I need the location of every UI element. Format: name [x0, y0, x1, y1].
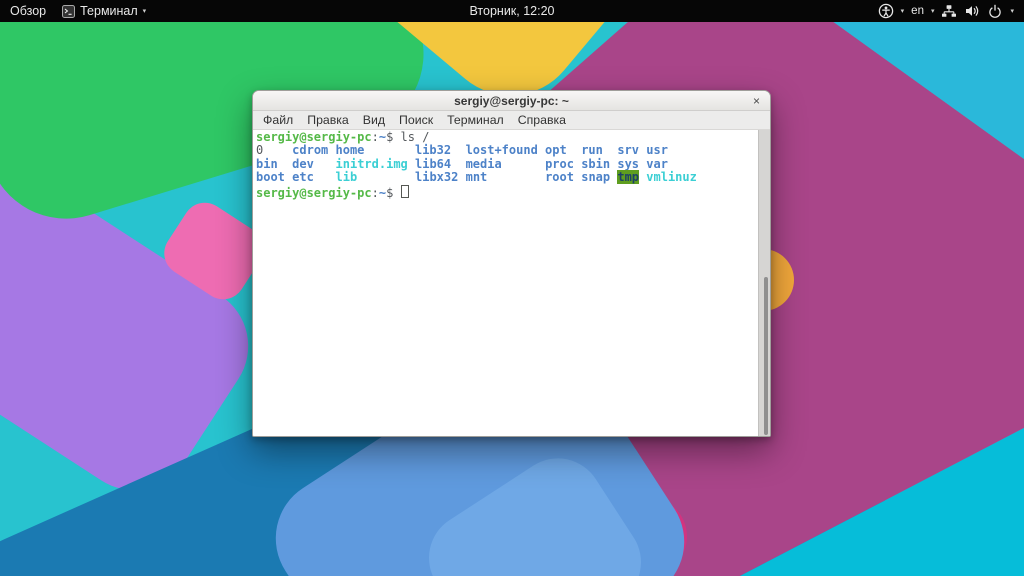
terminal-cursor	[401, 185, 409, 198]
menu-item-search[interactable]: Поиск	[392, 113, 440, 127]
ls-entry: usr	[646, 143, 668, 157]
ls-entry: root	[545, 170, 574, 184]
ls-entry: dev	[292, 157, 314, 171]
window-menubar: Файл Правка Вид Поиск Терминал Справка	[253, 111, 770, 130]
top-bar: Обзор Терминал ▾ Вторник, 12:20 ▾ en ▾	[0, 0, 1024, 22]
accessibility-icon[interactable]	[878, 3, 894, 19]
window-titlebar[interactable]: sergiy@sergiy-pc: ~ ×	[253, 91, 770, 111]
ls-entry: boot	[256, 170, 285, 184]
ls-entry: libx32	[415, 170, 458, 184]
terminal-window: sergiy@sergiy-pc: ~ × Файл Правка Вид По…	[252, 90, 771, 437]
ls-entry: opt	[545, 143, 567, 157]
ls-entry: lib64	[415, 157, 451, 171]
menu-item-view[interactable]: Вид	[356, 113, 392, 127]
top-bar-left: Обзор Терминал ▾	[0, 4, 146, 18]
menu-item-help[interactable]: Справка	[511, 113, 573, 127]
terminal-output-row: boot etc lib libx32 mnt root snap tmp vm…	[256, 171, 756, 184]
menu-item-terminal[interactable]: Терминал	[440, 113, 511, 127]
prompt-separator: :	[372, 130, 379, 144]
ls-entry: bin	[256, 157, 278, 171]
ls-entry: run	[581, 143, 603, 157]
keyboard-layout-indicator[interactable]: en	[911, 5, 924, 17]
chevron-down-icon[interactable]: ▾	[1010, 8, 1014, 15]
ls-entry: etc	[292, 170, 314, 184]
top-bar-status-area: ▾ en ▾ ▾	[878, 3, 1024, 19]
chevron-down-icon[interactable]: ▾	[901, 8, 905, 15]
ls-entry: sbin	[581, 157, 610, 171]
app-menu[interactable]: Терминал ▾	[62, 4, 146, 18]
terminal-scrollbar[interactable]	[758, 130, 770, 436]
chevron-down-icon: ▾	[143, 8, 147, 15]
terminal-prompt-line: sergiy@sergiy-pc:~$	[256, 185, 756, 200]
ls-entry: lib	[336, 170, 358, 184]
menu-item-edit[interactable]: Правка	[300, 113, 356, 127]
ls-entry: home	[336, 143, 365, 157]
prompt-path: ~	[379, 186, 386, 200]
prompt-path: ~	[379, 130, 386, 144]
terminal-command: ls /	[401, 130, 430, 144]
app-menu-label: Терминал	[80, 4, 138, 18]
terminal-content[interactable]: sergiy@sergiy-pc:~$ ls / 0 cdrom home li…	[253, 130, 770, 436]
ls-entry: 0	[256, 143, 263, 157]
network-icon[interactable]	[941, 3, 957, 19]
prompt-symbol: $	[386, 130, 400, 144]
menu-item-file[interactable]: Файл	[256, 113, 300, 127]
activities-button[interactable]: Обзор	[10, 4, 46, 18]
ls-entry: lib32	[415, 143, 451, 157]
desktop: Обзор Терминал ▾ Вторник, 12:20 ▾ en ▾	[0, 0, 1024, 576]
close-icon[interactable]: ×	[750, 91, 763, 110]
ls-entry: lost+found	[466, 143, 538, 157]
ls-entry: sys	[617, 157, 639, 171]
ls-entry: vmlinuz	[646, 170, 697, 184]
ls-entry: cdrom	[292, 143, 328, 157]
volume-icon[interactable]	[964, 3, 980, 19]
prompt-user-host: sergiy@sergiy-pc	[256, 130, 372, 144]
terminal-app-icon	[62, 5, 75, 18]
power-icon[interactable]	[987, 3, 1003, 19]
ls-entry: srv	[617, 143, 639, 157]
ls-entry: snap	[581, 170, 610, 184]
ls-entry: var	[646, 157, 668, 171]
prompt-separator: :	[372, 186, 379, 200]
terminal-prompt-line: sergiy@sergiy-pc:~$ ls /	[256, 131, 756, 144]
chevron-down-icon[interactable]: ▾	[931, 8, 935, 15]
scrollbar-thumb[interactable]	[764, 277, 768, 435]
terminal-ls-output: 0 cdrom home lib32 lost+found opt run sr…	[256, 144, 756, 184]
prompt-symbol: $	[386, 186, 400, 200]
ls-entry: initrd.img	[336, 157, 408, 171]
terminal-output-row: bin dev initrd.img lib64 media proc sbin…	[256, 158, 756, 171]
terminal-output-row: 0 cdrom home lib32 lost+found opt run sr…	[256, 144, 756, 157]
prompt-user-host: sergiy@sergiy-pc	[256, 186, 372, 200]
window-title: sergiy@sergiy-pc: ~	[454, 94, 569, 108]
ls-entry: tmp	[617, 170, 639, 184]
ls-entry: proc	[545, 157, 574, 171]
ls-entry: mnt	[466, 170, 488, 184]
ls-entry: media	[466, 157, 502, 171]
clock-label[interactable]: Вторник, 12:20	[0, 4, 1024, 18]
